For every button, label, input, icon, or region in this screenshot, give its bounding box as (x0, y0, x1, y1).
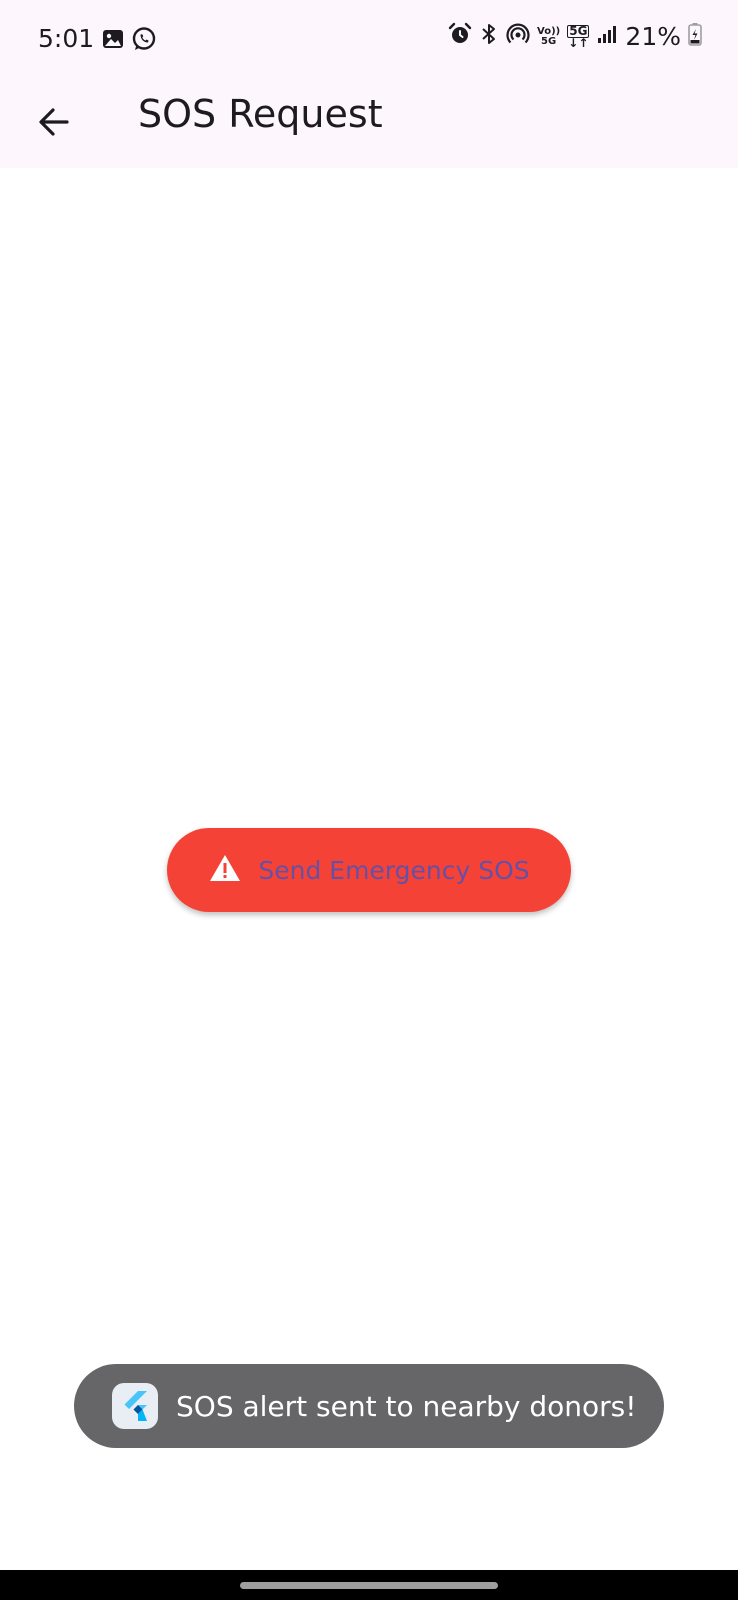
volte-label-bottom: 5G (541, 35, 557, 47)
battery-percent: 21% (625, 22, 681, 51)
status-right-icons: Vo)) 5G 5G ↓↑ 21% (448, 22, 702, 51)
signal-icon (596, 23, 618, 50)
send-sos-button[interactable]: Send Emergency SOS (167, 828, 571, 912)
screen: 5:01 Vo)) 5G 5G ↓↑ 21% SOS Request Send … (0, 0, 738, 1600)
app-bar: SOS Request (0, 80, 738, 168)
volte-label-top: Vo)) (537, 25, 561, 37)
home-indicator[interactable] (240, 1582, 498, 1589)
gallery-icon (101, 27, 125, 56)
net-label-bottom: ↓↑ (568, 35, 589, 50)
arrow-back-icon (37, 105, 71, 144)
status-left-icons (101, 26, 157, 57)
5g-icon: 5G ↓↑ (567, 24, 590, 50)
status-bar: 5:01 Vo)) 5G 5G ↓↑ 21% (0, 0, 738, 80)
bluetooth-icon (479, 22, 499, 51)
flutter-icon (112, 1383, 158, 1429)
toast-message: SOS alert sent to nearby donors! (74, 1364, 664, 1448)
volte-icon: Vo)) 5G (537, 25, 561, 47)
warning-icon (208, 853, 242, 888)
page-title: SOS Request (138, 92, 383, 136)
whatsapp-icon (131, 26, 157, 57)
battery-icon (688, 22, 702, 51)
toast-text: SOS alert sent to nearby donors! (176, 1389, 637, 1423)
back-button[interactable] (26, 96, 82, 152)
status-time: 5:01 (38, 24, 95, 53)
sos-button-label: Send Emergency SOS (258, 855, 530, 885)
alarm-icon (448, 22, 472, 51)
hotspot-icon (506, 22, 530, 51)
navigation-bar (0, 1570, 738, 1600)
